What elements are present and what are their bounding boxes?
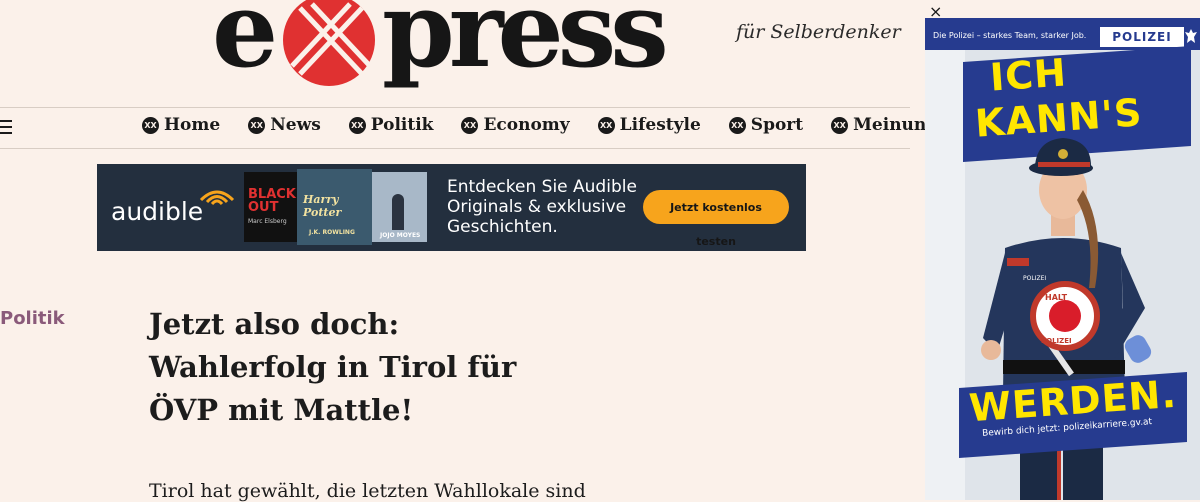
express-x-icon: XX xyxy=(348,116,366,134)
cover-figure xyxy=(392,194,404,230)
express-x-icon: XX xyxy=(597,116,615,134)
express-x-icon: XX xyxy=(831,116,849,134)
cover-author: Marc Elsberg xyxy=(248,218,287,225)
cover-author: JOJO MOYES xyxy=(380,232,421,239)
ad-headline-line-1: ICH xyxy=(988,50,1069,100)
svg-text:press: press xyxy=(382,0,665,91)
express-x-icon: XX xyxy=(461,116,479,134)
nav-item-label: Politik xyxy=(370,115,434,135)
express-x-icon: XX xyxy=(142,116,159,134)
main-nav: XX Home XX News XX Politik XX Economy XX Life… xyxy=(142,115,966,135)
express-x-icon: XX xyxy=(728,116,746,134)
logo-graphic: e press xyxy=(212,0,671,91)
nav-item-politik[interactable]: XX Politik xyxy=(348,115,434,135)
nav-item-label: Sport xyxy=(750,115,804,135)
express-x-icon: XX xyxy=(248,116,266,134)
nav-item-label: Economy xyxy=(483,115,570,135)
nav-item-label: Home xyxy=(164,115,221,135)
ad-brand-badge: POLIZEI xyxy=(1100,27,1184,47)
article-lead: Tirol hat gewählt, die letzten Wahllokal… xyxy=(149,480,586,502)
stop-sign-text: HALT xyxy=(1045,293,1068,302)
cover-blackout: BLACK OUT Marc Elsberg xyxy=(244,172,299,242)
stop-sign-text: POLIZEI xyxy=(1041,337,1072,345)
cover-title: Harry Potter xyxy=(303,193,342,219)
polizei-side-ad[interactable]: Die Polizei – starkes Team, starker Job.… xyxy=(925,18,1200,500)
cover-title: BLACK OUT xyxy=(248,187,296,215)
cover-author: J.K. ROWLING xyxy=(309,229,355,236)
nav-divider-top xyxy=(0,107,910,108)
nav-item-news[interactable]: XX News xyxy=(248,115,321,135)
article-headline[interactable]: Jetzt also doch: Wahlerfolg in Tirol für… xyxy=(149,303,569,432)
nav-item-home[interactable]: XX Home xyxy=(142,115,220,135)
audible-banner-ad[interactable]: audible BLACK OUT Marc Elsberg Harry Pot… xyxy=(97,164,806,251)
cover-harry-potter: Harry Potter J.K. ROWLING xyxy=(297,169,372,245)
cover-jojo-moyes: JOJO MOYES xyxy=(372,172,427,242)
eagle-icon xyxy=(1185,29,1197,43)
nav-item-meinung[interactable]: XX Meinung xyxy=(831,115,938,135)
nav-item-label: Lifestyle xyxy=(619,115,701,135)
audiobook-covers: BLACK OUT Marc Elsberg Harry Potter J.K.… xyxy=(244,169,459,245)
site-logo[interactable]: e press xyxy=(212,0,692,92)
close-ad-icon[interactable]: × xyxy=(929,4,943,20)
nav-item-economy[interactable]: XX Economy xyxy=(461,115,570,135)
nav-item-label: News xyxy=(270,115,321,135)
svg-text:e: e xyxy=(212,0,274,91)
audible-wave-icon xyxy=(199,190,235,206)
uniform-badge-text: POLIZEI xyxy=(1023,275,1046,282)
site-tagline: für Selberdenker xyxy=(736,21,901,43)
audible-logo: audible xyxy=(111,197,204,226)
ad-slogan: Die Polizei – starkes Team, starker Job. xyxy=(933,31,1087,40)
nav-item-sport[interactable]: XX Sport xyxy=(728,115,804,135)
nav-item-lifestyle[interactable]: XX Lifestyle xyxy=(597,115,701,135)
nav-divider-bottom xyxy=(0,148,910,149)
audible-ad-text: Entdecken Sie Audible Originals & exklus… xyxy=(447,177,637,237)
menu-icon[interactable] xyxy=(0,120,12,134)
article-section-label[interactable]: Politik xyxy=(0,308,65,329)
audible-cta-button[interactable]: Jetzt kostenlos testen xyxy=(643,190,789,248)
